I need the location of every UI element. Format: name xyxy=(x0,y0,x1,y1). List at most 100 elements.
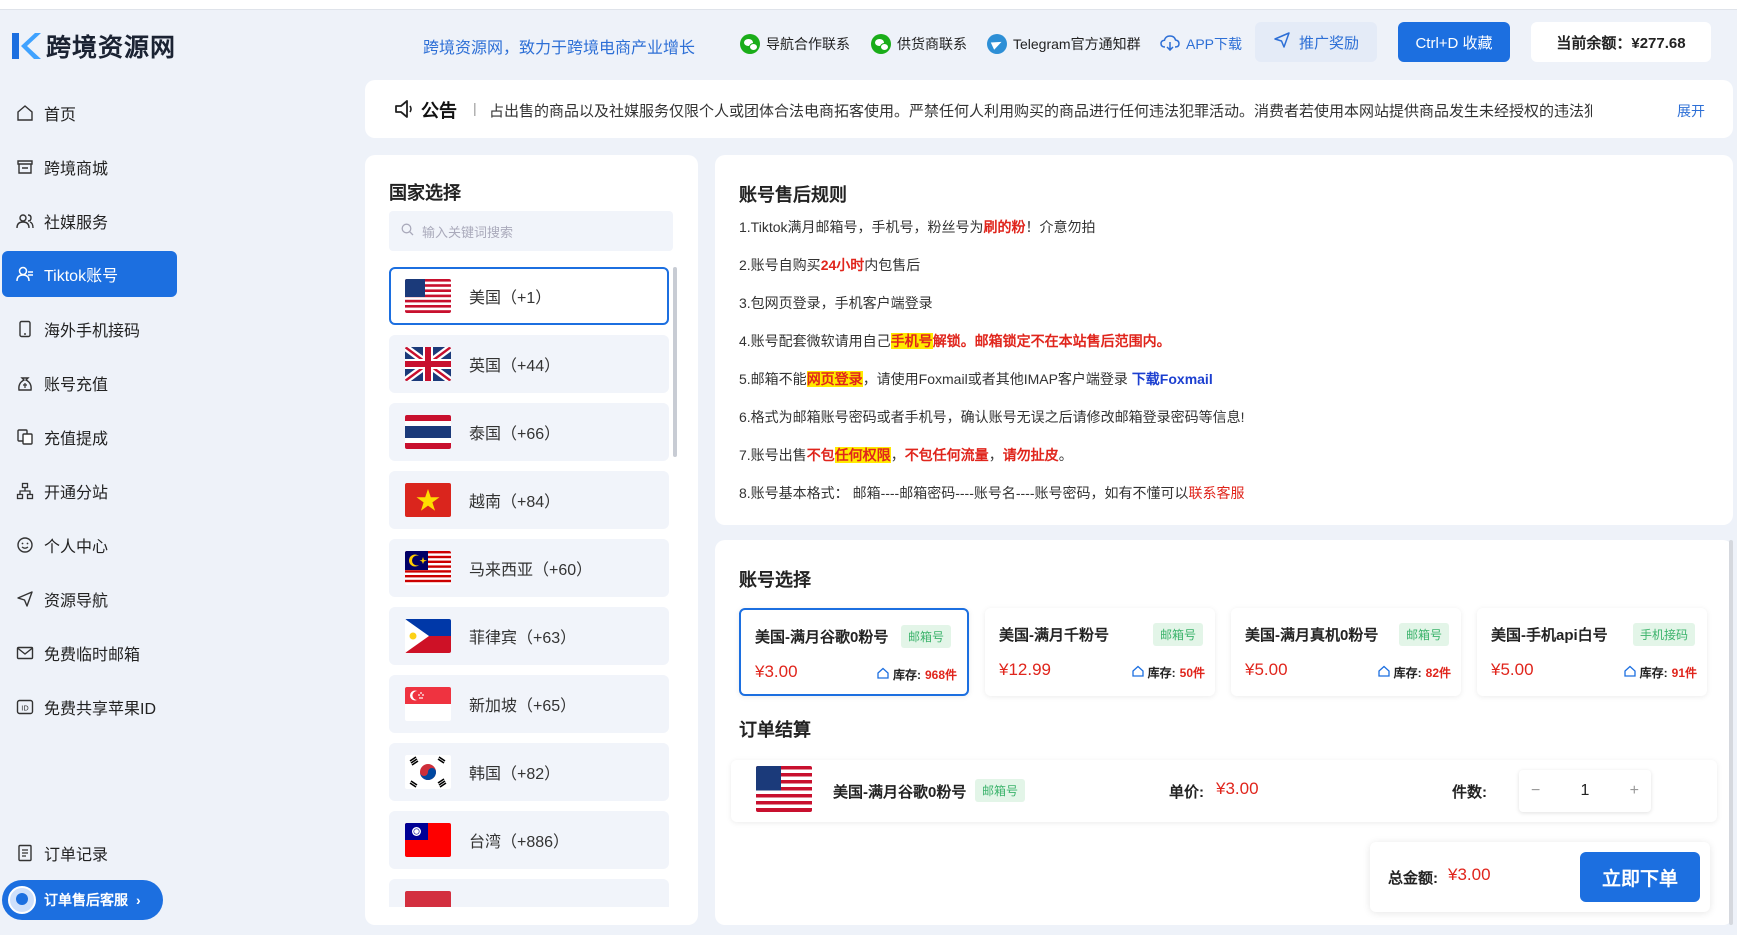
telegram-icon xyxy=(987,34,1007,54)
country-item-th[interactable]: 泰国（+66） xyxy=(389,403,669,461)
store-icon xyxy=(16,158,34,176)
sidebar-item-phone-sms[interactable]: 海外手机接码 xyxy=(2,306,177,352)
sidebar-item-label: 开通分站 xyxy=(44,485,109,502)
sidebar-item-label: 社媒服务 xyxy=(44,215,109,232)
search-input[interactable]: 输入关键词搜索 xyxy=(422,222,513,241)
account-name: 美国-满月谷歌0粉号 xyxy=(755,629,889,646)
window-top-bar xyxy=(0,0,1737,10)
quantity-value[interactable]: 1 xyxy=(1581,782,1590,800)
app-download-link[interactable]: APP下载 xyxy=(1160,34,1242,54)
nav-partner-contact-link[interactable]: 导航合作联系 xyxy=(740,34,850,54)
wechat-icon xyxy=(740,34,760,54)
account-card[interactable]: 美国-满月谷歌0粉号 邮箱号 ¥3.00 库存: 968件 xyxy=(739,608,969,696)
country-item-my[interactable]: 马来西亚（+60） xyxy=(389,539,669,597)
site-logo[interactable]: 跨境资源网 xyxy=(8,28,176,64)
telegram-group-link[interactable]: Telegram官方通知群 xyxy=(987,34,1141,54)
sidebar-item-social[interactable]: 社媒服务 xyxy=(2,198,177,244)
sidebar-item-store[interactable]: 跨境商城 xyxy=(2,144,177,190)
stock-label: 库存: xyxy=(1147,666,1176,680)
country-label: 马来西亚（+60） xyxy=(469,562,593,579)
rule-emphasis: 请勿扯皮 xyxy=(1002,447,1059,463)
mail-icon xyxy=(16,644,34,662)
account-card[interactable]: 美国-满月千粉号 邮箱号 ¥12.99 库存: 50件 xyxy=(985,608,1215,696)
account-stock: 库存: 50件 xyxy=(1131,664,1205,681)
country-item-uk[interactable]: 英国（+44） xyxy=(389,335,669,393)
country-label: 美国（+1） xyxy=(469,290,552,307)
rule-text: 内包售后 xyxy=(864,257,921,273)
total-value: ¥3.00 xyxy=(1448,865,1491,884)
singapore-flag-icon xyxy=(405,687,451,721)
announcement-text: 占出售的商品以及社媒服务仅限个人或团体合法电商拓客使用。严禁任何人利用购买的商品… xyxy=(489,103,1592,120)
download-foxmail-link[interactable]: 下载Foxmail xyxy=(1132,371,1213,387)
phone-icon xyxy=(16,320,34,338)
top-header: 跨境资源网 跨境资源网，致力于跨境电商产业增长 导航合作联系 供货商联系 Tel… xyxy=(0,10,1737,78)
sidebar-item-label: 免费共享苹果ID xyxy=(44,701,157,718)
sidebar-item-substation[interactable]: 开通分站 xyxy=(2,468,177,514)
stock-label: 库存: xyxy=(1639,666,1668,680)
search-icon xyxy=(401,223,414,239)
send-icon xyxy=(1273,31,1291,53)
order-section-title: 订单结算 xyxy=(739,720,811,740)
home-icon xyxy=(1131,665,1144,680)
supplier-contact-link[interactable]: 供货商联系 xyxy=(871,34,967,54)
country-selector-panel: 国家选择 输入关键词搜索 美国（+1） 英国（+44） 泰国（+66） 越南（+… xyxy=(365,155,698,925)
sidebar-item-profile[interactable]: 个人中心 xyxy=(2,522,177,568)
country-label: 英国（+44） xyxy=(469,358,561,375)
smile-icon xyxy=(16,536,34,554)
home-icon xyxy=(1377,665,1390,680)
country-item-next[interactable] xyxy=(389,879,669,907)
account-price: ¥12.99 xyxy=(999,660,1051,679)
sidebar-item-tiktok[interactable]: Tiktok账号 xyxy=(2,251,177,297)
content-scrollbar[interactable] xyxy=(1729,540,1733,925)
sidebar-item-recharge[interactable]: 账号充值 xyxy=(2,360,177,406)
thailand-flag-icon xyxy=(405,415,451,449)
logo-text: 跨境资源网 xyxy=(46,34,177,62)
chevron-right-icon: › xyxy=(136,892,141,908)
uk-flag-icon xyxy=(405,347,451,381)
link-label: 供货商联系 xyxy=(897,36,967,52)
account-card[interactable]: 美国-手机api白号 手机接码 ¥5.00 库存: 91件 xyxy=(1477,608,1707,696)
account-name: 美国-满月真机0粉号 xyxy=(1245,627,1379,644)
sidebar-item-label: 充值提成 xyxy=(44,431,109,448)
id-icon: ID xyxy=(16,698,34,716)
rule-emphasis: 24小时 xyxy=(820,257,865,273)
country-label: 泰国（+66） xyxy=(469,426,561,443)
account-card[interactable]: 美国-满月真机0粉号 邮箱号 ¥5.00 库存: 82件 xyxy=(1231,608,1461,696)
sidebar-item-apple-id[interactable]: ID 免费共享苹果ID xyxy=(2,684,177,730)
increase-quantity-button[interactable]: + xyxy=(1630,782,1639,800)
sidebar-item-home[interactable]: 首页 xyxy=(2,90,177,136)
place-order-button[interactable]: 立即下单 xyxy=(1580,852,1700,902)
country-item-vn[interactable]: 越南（+84） xyxy=(389,471,669,529)
sidebar: 首页 跨境商城 社媒服务 Tiktok账号 海外手机接码 账号充值 充值提成 开… xyxy=(0,86,200,935)
home-icon xyxy=(16,104,34,122)
sidebar-item-temp-mail[interactable]: 免费临时邮箱 xyxy=(2,630,177,676)
country-item-kr[interactable]: 韩国（+82） xyxy=(389,743,669,801)
rule-emphasis: 不包 xyxy=(806,447,835,463)
quantity-stepper[interactable]: − 1 + xyxy=(1519,770,1651,812)
account-type-tag: 手机接码 xyxy=(1633,623,1696,646)
sidebar-item-order-records[interactable]: 订单记录 xyxy=(2,830,177,876)
country-item-ph[interactable]: 菲律宾（+63） xyxy=(389,607,669,665)
account-price: ¥5.00 xyxy=(1491,660,1534,679)
account-price: ¥5.00 xyxy=(1245,660,1288,679)
country-list-scrollbar[interactable] xyxy=(673,267,677,457)
sidebar-item-resource-nav[interactable]: 资源导航 xyxy=(2,576,177,622)
country-item-sg[interactable]: 新加坡（+65） xyxy=(389,675,669,733)
rule-4: 4.账号配套微软请用自己手机号解锁。邮箱锁定不在本站售后范围内。 xyxy=(739,331,1171,351)
country-search-box[interactable]: 输入关键词搜索 xyxy=(389,211,673,251)
promo-reward-button[interactable]: 推广奖励 xyxy=(1255,22,1377,62)
decrease-quantity-button[interactable]: − xyxy=(1531,782,1540,800)
malaysia-flag-icon xyxy=(405,551,451,585)
after-sales-service-button[interactable]: 订单售后客服 › xyxy=(2,880,163,920)
taiwan-flag-icon xyxy=(405,823,451,857)
account-type-tag: 邮箱号 xyxy=(1399,623,1450,646)
country-item-tw[interactable]: 台湾（+886） xyxy=(389,811,669,869)
bookmark-button[interactable]: Ctrl+D 收藏 xyxy=(1398,22,1510,62)
expand-announcement-link[interactable]: 展开 xyxy=(1677,101,1705,121)
country-item-us[interactable]: 美国（+1） xyxy=(389,267,669,325)
service-label: 订单售后客服 xyxy=(44,892,128,908)
rule-7: 7.账号出售不包任何权限，不包任何流量，请勿扯皮。 xyxy=(739,445,1073,465)
rule-text: ，请使用Foxmail或者其他IMAP客户端登录 xyxy=(862,371,1132,387)
sidebar-item-commission[interactable]: 充值提成 xyxy=(2,414,177,460)
contact-support-link[interactable]: 联系客服 xyxy=(1189,485,1245,501)
